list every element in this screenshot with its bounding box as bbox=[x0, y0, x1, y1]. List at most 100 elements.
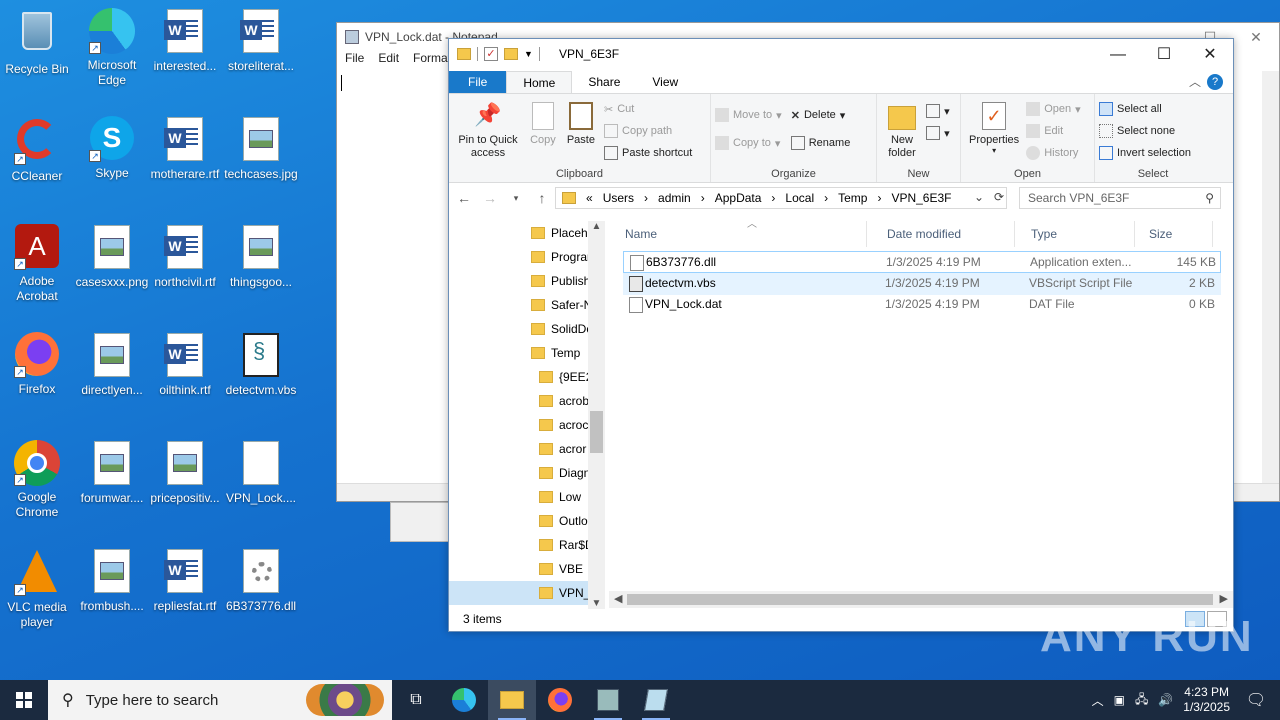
desktop-icon-edge[interactable]: ↗ Microsoft Edge bbox=[75, 8, 149, 88]
breadcrumb-admin[interactable]: admin bbox=[658, 191, 691, 205]
clock[interactable]: 4:23 PM 1/3/2025 bbox=[1183, 685, 1230, 715]
copy-to-button[interactable]: Copy to ▾ bbox=[715, 132, 782, 154]
column-header-size[interactable]: Size bbox=[1135, 221, 1213, 247]
navigation-pane[interactable]: Placeho Program Publish Safer-N SolidDo … bbox=[449, 221, 605, 609]
new-item-button[interactable]: ▾ bbox=[926, 100, 950, 122]
properties-check-icon[interactable]: ✓ bbox=[484, 47, 498, 61]
scroll-up-icon[interactable]: ▲ bbox=[588, 221, 605, 232]
close-icon[interactable]: ✕ bbox=[1233, 23, 1279, 51]
paste-button[interactable]: Paste bbox=[563, 98, 599, 148]
column-header-date[interactable]: Date modified bbox=[871, 221, 1015, 247]
select-all-button[interactable]: Select all bbox=[1099, 98, 1207, 120]
paste-shortcut-button[interactable]: Paste shortcut bbox=[604, 142, 692, 164]
desktop-icon-skype[interactable]: S ↗ Skype bbox=[75, 116, 149, 181]
easy-access-button[interactable]: ▾ bbox=[926, 122, 950, 144]
address-dropdown-icon[interactable]: ⌄ bbox=[974, 190, 984, 204]
network-icon[interactable]: 🖧 bbox=[1135, 690, 1148, 711]
taskbar-edge[interactable] bbox=[440, 680, 488, 720]
new-folder-icon[interactable] bbox=[504, 48, 518, 60]
copy-button[interactable]: Copy bbox=[526, 98, 560, 148]
invert-selection-button[interactable]: Invert selection bbox=[1099, 142, 1207, 164]
recent-locations-chevron-icon[interactable]: ▾ bbox=[507, 193, 525, 204]
desktop-icon-recycle-bin[interactable]: Recycle Bin bbox=[0, 8, 74, 77]
cut-button[interactable]: ✂ Cut bbox=[604, 98, 692, 120]
scrollbar-thumb[interactable] bbox=[590, 411, 603, 453]
tree-item[interactable]: Safer-N bbox=[531, 293, 592, 317]
history-button[interactable]: History bbox=[1026, 142, 1080, 164]
search-box[interactable]: Search VPN_6E3F ⚲ bbox=[1019, 187, 1221, 209]
notepad-vertical-scrollbar[interactable] bbox=[1262, 71, 1279, 483]
explorer-window[interactable]: ✓ ▼ VPN_6E3F — ☐ ✕ File Home Share View … bbox=[448, 38, 1234, 632]
desktop-icon-casesxxx[interactable]: casesxxx.png bbox=[75, 224, 149, 290]
desktop-icon-vpn-lock[interactable]: VPN_Lock.... bbox=[224, 440, 298, 506]
scroll-left-icon[interactable]: ◀ bbox=[614, 592, 622, 605]
menu-format[interactable]: Format bbox=[413, 51, 451, 71]
breadcrumb-users[interactable]: Users bbox=[603, 191, 634, 205]
desktop-icon-firefox[interactable]: ↗ Firefox bbox=[0, 332, 74, 397]
taskbar-firefox[interactable] bbox=[536, 680, 584, 720]
move-to-button[interactable]: Move to ▾ bbox=[715, 104, 782, 126]
scroll-right-icon[interactable]: ▶ bbox=[1220, 592, 1228, 605]
desktop-icon-pricepositiv[interactable]: pricepositiv... bbox=[148, 440, 222, 506]
breadcrumb-appdata[interactable]: AppData bbox=[715, 191, 762, 205]
explorer-titlebar[interactable]: ✓ ▼ VPN_6E3F — ☐ ✕ bbox=[449, 39, 1233, 71]
tab-home[interactable]: Home bbox=[506, 71, 573, 93]
edit-button[interactable]: Edit bbox=[1026, 120, 1080, 142]
refresh-icon[interactable]: ⟳ bbox=[994, 190, 1004, 204]
file-list-horizontal-scrollbar[interactable]: ◀ ▶ bbox=[609, 591, 1233, 608]
file-row[interactable]: VPN_Lock.dat 1/3/2025 4:19 PM DAT File 0… bbox=[623, 294, 1221, 316]
up-arrow-icon[interactable]: ↑ bbox=[533, 190, 551, 206]
copy-path-button[interactable]: Copy path bbox=[604, 120, 692, 142]
new-folder-button[interactable]: New folder bbox=[881, 98, 923, 162]
breadcrumb-local[interactable]: Local bbox=[785, 191, 814, 205]
desktop-icon-interested[interactable]: W interested... bbox=[148, 8, 222, 74]
collapse-ribbon-icon[interactable]: ︿ bbox=[1189, 71, 1201, 93]
device-icon[interactable]: ▣ bbox=[1114, 693, 1125, 707]
delete-button[interactable]: ✕ Delete ▾ bbox=[791, 104, 851, 126]
tree-item-temp[interactable]: Temp bbox=[531, 341, 580, 365]
chevron-down-icon[interactable]: ▼ bbox=[524, 49, 533, 59]
column-header-name[interactable]: Name bbox=[607, 221, 867, 247]
properties-button[interactable]: ✓ Properties ▾ bbox=[965, 98, 1023, 157]
desktop-icon-northcivil[interactable]: W northcivil.rtf bbox=[148, 224, 222, 290]
taskbar-notepad[interactable] bbox=[632, 680, 680, 720]
task-view-button[interactable]: ⧉ bbox=[392, 680, 440, 720]
tab-file[interactable]: File bbox=[449, 71, 507, 93]
tree-item[interactable]: acroc bbox=[539, 413, 588, 437]
tree-item[interactable]: VBE bbox=[539, 557, 583, 581]
help-icon[interactable]: ? bbox=[1207, 74, 1223, 90]
tree-item[interactable]: Placeho bbox=[531, 221, 594, 245]
desktop-icon-detectvm[interactable]: § detectvm.vbs bbox=[224, 332, 298, 398]
breadcrumb-temp[interactable]: Temp bbox=[838, 191, 867, 205]
desktop-icon-oilthink[interactable]: W oilthink.rtf bbox=[148, 332, 222, 398]
chevron-up-icon[interactable]: ︿ bbox=[1092, 692, 1104, 709]
menu-file[interactable]: File bbox=[345, 51, 364, 71]
address-bar[interactable]: « Users › admin › AppData › Local › Temp › VP… bbox=[555, 187, 1007, 209]
desktop-icon-ccleaner[interactable]: ↗ CCleaner bbox=[0, 116, 74, 184]
tree-item-vpn-6e3f[interactable]: VPN_ bbox=[449, 581, 590, 605]
desktop-icon-dll[interactable]: 6B373776.dll bbox=[224, 548, 298, 614]
rename-button[interactable]: Rename bbox=[790, 132, 850, 154]
close-icon[interactable]: ✕ bbox=[1187, 39, 1233, 71]
tab-share[interactable]: Share bbox=[572, 71, 636, 93]
file-row[interactable]: 6B373776.dll 1/3/2025 4:19 PM Applicatio… bbox=[623, 251, 1221, 273]
taskbar-search-box[interactable]: ⚲ Type here to search bbox=[48, 680, 392, 720]
desktop-icon-forumwar[interactable]: forumwar.... bbox=[75, 440, 149, 506]
tree-item[interactable]: Outlo bbox=[539, 509, 588, 533]
tree-item[interactable]: acrob bbox=[539, 389, 589, 413]
desktop-icon-vlc[interactable]: ↗ VLC media player bbox=[0, 548, 74, 630]
taskbar-app-icon[interactable] bbox=[584, 680, 632, 720]
volume-icon[interactable]: 🔊 bbox=[1158, 693, 1173, 707]
navigation-pane-scrollbar[interactable]: ▲ ▼ bbox=[588, 221, 605, 609]
open-button[interactable]: Open ▾ bbox=[1026, 98, 1081, 120]
back-arrow-icon[interactable]: ← bbox=[455, 190, 473, 206]
tree-item[interactable]: Publish bbox=[531, 269, 590, 293]
desktop-icon-techcases[interactable]: techcases.jpg bbox=[224, 116, 298, 182]
file-row[interactable]: detectvm.vbs 1/3/2025 4:19 PM VBScript S… bbox=[623, 273, 1221, 295]
tree-item[interactable]: Rar$D bbox=[539, 533, 594, 557]
tree-item[interactable]: Diagn bbox=[539, 461, 590, 485]
desktop-icon-chrome[interactable]: ↗ Google Chrome bbox=[0, 440, 74, 520]
breadcrumb-vpn-6e3f[interactable]: VPN_6E3F bbox=[891, 191, 951, 205]
tab-view[interactable]: View bbox=[636, 71, 694, 93]
tree-item[interactable]: SolidDo bbox=[531, 317, 593, 341]
